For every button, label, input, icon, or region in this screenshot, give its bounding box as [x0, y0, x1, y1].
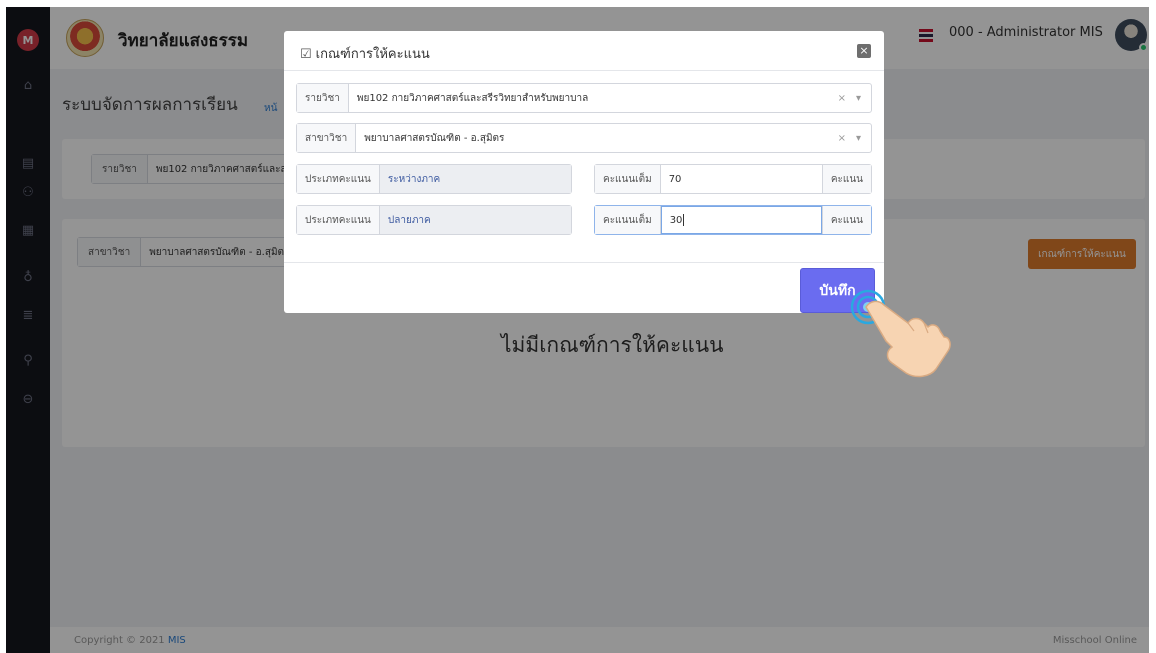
score-unit: คะแนน: [821, 165, 871, 193]
scoring-criteria-modal: ☑ เกณฑ์การให้คะแนน × รายวิชา พย102 กายวิภ…: [284, 31, 884, 313]
full-score-label: คะแนนเต็ม: [595, 165, 661, 193]
modal-major-select[interactable]: สาขาวิชา พยาบาลศาสตรบัณฑิต - อ.สุมิตร × …: [296, 123, 872, 153]
modal-major-label: สาขาวิชา: [297, 124, 357, 152]
clear-icon[interactable]: ×: [838, 133, 846, 144]
full-score-field[interactable]: คะแนนเต็ม 70 คะแนน: [594, 164, 872, 194]
score-type-label: ประเภทคะแนน: [297, 206, 380, 234]
text-caret: [683, 214, 685, 226]
chevron-down-icon[interactable]: ▾: [856, 93, 861, 104]
modal-subject-value[interactable]: พย102 กายวิภาคศาสตร์และสรีรวิทยาสำหรับพย…: [349, 84, 838, 112]
tap-hand-icon: [850, 289, 951, 378]
close-icon[interactable]: ×: [857, 44, 871, 58]
edit-icon: ☑: [300, 47, 312, 62]
full-score-label: คะแนนเต็ม: [595, 206, 661, 234]
score-type-field: ประเภทคะแนน ปลายภาค: [296, 205, 572, 235]
score-type-value: ระหว่างภาค: [379, 165, 571, 193]
full-score-input-text[interactable]: 30: [670, 215, 683, 226]
score-type-label: ประเภทคะแนน: [297, 165, 380, 193]
score-type-field: ประเภทคะแนน ระหว่างภาค: [296, 164, 572, 194]
modal-title-text: เกณฑ์การให้คะแนน: [315, 47, 430, 62]
modal-subject-label: รายวิชา: [297, 84, 349, 112]
modal-header: ☑ เกณฑ์การให้คะแนน ×: [284, 31, 884, 71]
full-score-field[interactable]: คะแนนเต็ม 30 คะแนน: [594, 205, 872, 235]
chevron-down-icon[interactable]: ▾: [856, 133, 861, 144]
modal-divider: [284, 262, 884, 263]
app-frame: M ⌂ ▤ ⚇ ▦ ♁ ≣ ⚲ ⊖ วิทยาลัยแสงธรรม 000 - …: [6, 7, 1149, 653]
full-score-input[interactable]: 70: [661, 165, 822, 193]
clear-icon[interactable]: ×: [838, 93, 846, 104]
modal-title: ☑ เกณฑ์การให้คะแนน: [300, 43, 430, 64]
full-score-input[interactable]: 30: [660, 206, 822, 234]
modal-major-value[interactable]: พยาบาลศาสตรบัณฑิต - อ.สุมิตร: [356, 124, 837, 152]
score-unit: คะแนน: [821, 206, 871, 234]
modal-subject-select[interactable]: รายวิชา พย102 กายวิภาคศาสตร์และสรีรวิทยา…: [296, 83, 872, 113]
score-type-value: ปลายภาค: [379, 206, 571, 234]
